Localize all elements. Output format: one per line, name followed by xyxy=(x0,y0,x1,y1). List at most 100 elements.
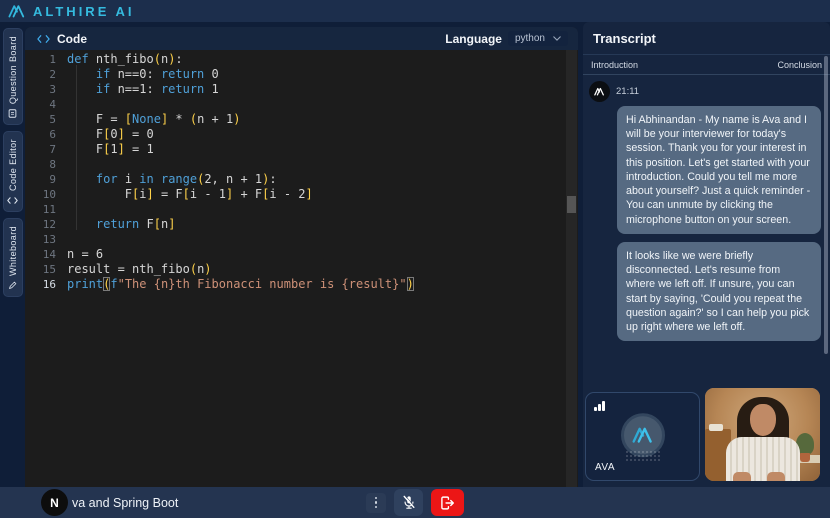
code-text: F[i] = F[i - 1] + F[i - 2] xyxy=(67,187,313,201)
chevron-down-icon xyxy=(553,36,561,41)
line-number: 8 xyxy=(49,158,56,171)
line-number: 12 xyxy=(42,218,56,231)
transcript-messages: 21:11 Hi Abhinandan - My name is Ava and… xyxy=(583,75,830,342)
mic-mute-button[interactable] xyxy=(394,489,423,516)
sidebar-tab-label: Question Board xyxy=(7,36,18,105)
stage-row: Introduction Conclusion xyxy=(583,55,830,74)
language-value: python xyxy=(514,33,545,44)
language-group: Language python xyxy=(445,31,568,46)
code-line[interactable]: 7 F[1] = 1 xyxy=(25,142,578,157)
code-line[interactable]: 3 if n==1: return 1 xyxy=(25,82,578,97)
code-lines: 1 def nth_fibo(n): 2 if n==0: return 03 if… xyxy=(25,52,578,292)
line-number: 14 xyxy=(42,248,56,261)
candidate-video-tile xyxy=(705,388,820,481)
stage-conclusion: Conclusion xyxy=(777,60,822,70)
session-title: va and Spring Boot xyxy=(72,495,179,510)
bottom-bar: N va and Spring Boot xyxy=(0,487,830,518)
code-text: n = 6 xyxy=(67,247,104,261)
code-editor[interactable]: 1 def nth_fibo(n): 2 if n==0: return 03 if… xyxy=(25,50,578,487)
line-number: 9 xyxy=(49,173,56,186)
sidebar-tab-question-board[interactable]: Question Board xyxy=(2,28,23,126)
code-line[interactable]: 6 F[0] = 0 xyxy=(25,127,578,142)
stage-introduction: Introduction xyxy=(591,60,639,70)
code-line[interactable]: 2 if n==0: return 0 xyxy=(25,67,578,82)
code-text: if n==1: return 1 xyxy=(95,82,219,96)
sidebar-tab-label: Code Editor xyxy=(7,139,18,192)
code-text: F[1] = 1 xyxy=(67,142,154,156)
line-number: 11 xyxy=(42,203,56,216)
code-line[interactable]: 15 result = nth_fibo(n) xyxy=(25,262,578,277)
indent-guide xyxy=(76,65,77,230)
webcam-person-hand xyxy=(733,472,751,481)
code-icon xyxy=(37,34,50,43)
editor-scrollbar-thumb[interactable] xyxy=(567,196,576,213)
code-line[interactable]: 1 def nth_fibo(n): xyxy=(25,52,578,67)
line-number: 1 xyxy=(49,53,56,66)
althire-logo-icon xyxy=(8,5,25,18)
line-number: 5 xyxy=(49,113,56,126)
code-line[interactable]: 8 xyxy=(25,157,578,172)
code-line[interactable]: 11 xyxy=(25,202,578,217)
audio-wave-dots xyxy=(624,450,661,463)
line-number: 2 xyxy=(49,68,56,81)
message-header: 21:11 xyxy=(589,81,821,102)
code-panel-title: Code xyxy=(57,31,87,46)
code-panel: Code Language python 1 def nth_fibo(n): 2 … xyxy=(25,27,578,487)
code-line[interactable]: 9 for i in range(2, n + 1): xyxy=(25,172,578,187)
pen-icon xyxy=(9,281,17,290)
code-text: for i in range(2, n + 1): xyxy=(95,172,277,186)
ava-video-tile: AVA xyxy=(585,392,700,481)
leave-call-icon xyxy=(441,495,454,510)
language-label: Language xyxy=(445,31,502,46)
code-panel-header: Code Language python xyxy=(25,27,578,50)
webcam-shelf-object xyxy=(709,424,723,431)
althire-logo-icon xyxy=(632,427,652,443)
code-text: F = [None] * (n + 1) xyxy=(67,112,241,126)
session-avatar: N xyxy=(41,489,68,516)
line-number: 10 xyxy=(42,188,56,201)
transcript-panel: Transcript Introduction Conclusion 21:11… xyxy=(583,22,830,487)
code-line[interactable]: 5 F = [None] * (n + 1) xyxy=(25,112,578,127)
message-timestamp: 21:11 xyxy=(616,86,640,97)
line-number: 4 xyxy=(49,98,56,111)
ava-name-label: AVA xyxy=(595,462,616,473)
more-options-button[interactable] xyxy=(366,492,386,513)
code-text: F[0] = 0 xyxy=(67,127,154,141)
line-number: 16 xyxy=(42,278,56,291)
code-icon xyxy=(7,197,18,204)
code-line[interactable]: 12 return F[n] xyxy=(25,217,578,232)
line-number: 3 xyxy=(49,83,56,96)
signal-bars-icon xyxy=(594,401,605,411)
app-header: ALTHIRE AI xyxy=(0,0,830,22)
webcam-plant-pot xyxy=(800,453,810,462)
clipboard-icon xyxy=(8,109,17,118)
code-line[interactable]: 13 xyxy=(25,232,578,247)
brand-name: ALTHIRE AI xyxy=(33,3,135,19)
ava-avatar xyxy=(589,81,610,102)
message-bubble: It looks like we were briefly disconnect… xyxy=(617,241,821,342)
editor-scrollbar[interactable] xyxy=(566,50,577,487)
sidebar-tab-code-editor[interactable]: Code Editor xyxy=(2,131,23,213)
code-text: return F[n] xyxy=(95,217,176,231)
sidebar-tab-label: Whiteboard xyxy=(7,226,18,277)
call-controls xyxy=(366,489,464,516)
code-line[interactable]: 14 n = 6 xyxy=(25,247,578,262)
line-number: 15 xyxy=(42,263,56,276)
transcript-title: Transcript xyxy=(593,31,656,46)
code-line[interactable]: 4 xyxy=(25,97,578,112)
line-number: 13 xyxy=(42,233,56,246)
line-number: 7 xyxy=(49,143,56,156)
line-number: 6 xyxy=(49,128,56,141)
code-text: result = nth_fibo(n) xyxy=(67,262,212,276)
leave-call-button[interactable] xyxy=(431,489,464,516)
code-text: if n==0: return 0 xyxy=(95,67,219,81)
app-window: ALTHIRE AI Question Board Code Editor Wh… xyxy=(0,0,830,518)
code-line[interactable]: 10 F[i] = F[i - 1] + F[i - 2] xyxy=(25,187,578,202)
code-text: print(f"The {n}th Fibonacci number is {r… xyxy=(67,277,414,291)
message-bubble: Hi Abhinandan - My name is Ava and I wil… xyxy=(617,106,821,234)
language-select[interactable]: python xyxy=(507,31,568,46)
transcript-scrollbar-thumb[interactable] xyxy=(824,56,828,354)
code-line[interactable]: 16 print(f"The {n}th Fibonacci number is … xyxy=(25,277,578,292)
sidebar-tab-whiteboard[interactable]: Whiteboard xyxy=(2,218,23,298)
kebab-menu-icon xyxy=(374,496,378,500)
